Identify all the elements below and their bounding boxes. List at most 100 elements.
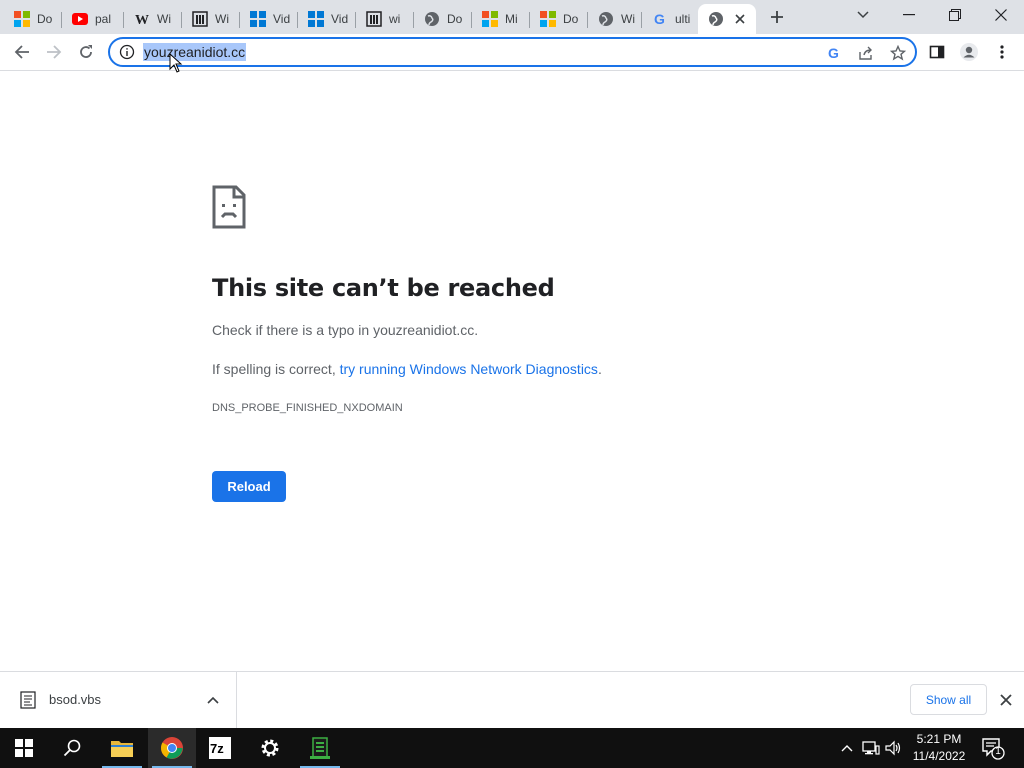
back-button[interactable] xyxy=(8,38,36,66)
settings-taskbar[interactable] xyxy=(246,728,294,768)
share-icon[interactable] xyxy=(856,43,876,63)
tab-title: Do xyxy=(447,12,463,26)
tab[interactable]: Vid xyxy=(240,4,298,34)
new-tab-button[interactable] xyxy=(764,2,790,32)
page-content: This site can’t be reached Check if ther… xyxy=(0,71,1024,671)
clock-time: 5:21 PM xyxy=(916,732,962,746)
show-all-button[interactable]: Show all xyxy=(910,684,987,715)
search-button[interactable] xyxy=(48,728,96,768)
tab-title: Do xyxy=(37,12,53,26)
screen: Do pal W Wi Wi Vid Vid wi Do Mi Do Wi G … xyxy=(0,0,1024,768)
action-center-button[interactable]: 1 xyxy=(980,736,1006,760)
profile-button[interactable] xyxy=(955,38,983,66)
clock-date: 11/4/2022 xyxy=(912,749,966,763)
restore-button[interactable] xyxy=(932,0,978,30)
diagnostics-suffix: . xyxy=(597,361,602,377)
info-icon[interactable] xyxy=(119,44,135,60)
chrome-taskbar[interactable] xyxy=(148,728,196,768)
script-file-icon xyxy=(20,691,36,709)
chrome-icon xyxy=(161,737,183,759)
tab-title: Mi xyxy=(505,12,518,26)
side-panel-icon xyxy=(929,45,945,59)
tab-title: Do xyxy=(563,12,579,26)
address-bar[interactable]: youzreanidiot.cc G xyxy=(108,37,917,67)
tab[interactable]: Mi xyxy=(472,4,530,34)
url-text[interactable]: youzreanidiot.cc xyxy=(143,43,247,61)
tab-title: pal xyxy=(95,12,112,26)
download-shelf: bsod.vbs Show all xyxy=(0,671,1024,728)
menu-button[interactable] xyxy=(988,38,1016,66)
search-icon xyxy=(63,739,81,757)
tab-title: ulti xyxy=(675,12,691,26)
download-filename: bsod.vbs xyxy=(49,692,102,707)
microsoft-icon xyxy=(482,11,498,27)
plus-icon xyxy=(771,11,783,23)
tab-title: Wi xyxy=(215,12,229,26)
network-diagnostics-link[interactable]: try running Windows Network Diagnostics xyxy=(340,361,598,377)
tab[interactable]: Wi xyxy=(182,4,240,34)
notification-count: 1 xyxy=(995,746,1001,757)
close-shelf-button[interactable] xyxy=(996,690,1016,710)
forward-button[interactable] xyxy=(40,38,68,66)
google-lens-icon[interactable]: G xyxy=(824,43,844,63)
tab[interactable]: Vid xyxy=(298,4,356,34)
tab-close-icon[interactable] xyxy=(732,11,748,27)
show-hidden-icons[interactable] xyxy=(837,738,857,758)
close-window-button[interactable] xyxy=(978,0,1024,30)
download-options-button[interactable] xyxy=(203,690,223,710)
restore-icon xyxy=(949,9,961,21)
tab[interactable]: Wi xyxy=(588,4,642,34)
back-arrow-icon xyxy=(14,45,29,59)
error-diagnostics-hint: If spelling is correct, try running Wind… xyxy=(212,361,602,377)
tab[interactable]: pal xyxy=(62,4,124,34)
tab-active[interactable] xyxy=(698,4,756,34)
chevron-up-icon xyxy=(841,745,853,752)
7zip-taskbar[interactable]: 7z xyxy=(196,728,244,768)
browser-toolbar: youzreanidiot.cc G xyxy=(0,34,1024,71)
tab[interactable]: Do xyxy=(530,4,588,34)
reload-button[interactable]: Reload xyxy=(212,471,286,502)
chevron-down-icon xyxy=(857,11,869,19)
tab[interactable]: W Wi xyxy=(124,4,182,34)
start-button[interactable] xyxy=(0,728,48,768)
tab[interactable]: G ulti xyxy=(642,4,698,34)
tab-title: Wi xyxy=(621,12,635,26)
tab[interactable]: wi xyxy=(356,4,414,34)
network-icon[interactable] xyxy=(861,738,881,758)
microsoft-icon xyxy=(14,11,30,27)
windows-icon xyxy=(308,11,324,27)
svg-text:G: G xyxy=(654,11,665,27)
tab[interactable]: Do xyxy=(4,4,62,34)
minimize-button[interactable] xyxy=(886,0,932,30)
download-item[interactable]: bsod.vbs xyxy=(0,672,237,728)
system-clock[interactable]: 5:21 PM 11/4/2022 xyxy=(905,731,973,765)
close-icon xyxy=(1000,694,1012,706)
error-title: This site can’t be reached xyxy=(212,274,555,302)
folder-icon xyxy=(111,741,133,757)
side-panel-button[interactable] xyxy=(923,38,951,66)
google-icon: G xyxy=(652,11,668,27)
gear-icon xyxy=(261,739,279,757)
wikipedia-icon: W xyxy=(134,11,150,27)
globe-icon xyxy=(424,11,440,27)
diagnostics-prefix: If spelling is correct, xyxy=(212,361,340,377)
tab[interactable]: Do xyxy=(414,4,472,34)
terminal-app-icon xyxy=(310,737,330,759)
windows-icon xyxy=(250,11,266,27)
tab-search-button[interactable] xyxy=(852,0,874,30)
volume-icon[interactable] xyxy=(884,738,904,758)
svg-text:7z: 7z xyxy=(210,741,224,756)
sad-page-icon xyxy=(212,185,246,229)
reload-toolbar-button[interactable] xyxy=(72,38,100,66)
youtube-icon xyxy=(72,11,88,27)
globe-icon xyxy=(598,11,614,27)
file-explorer-taskbar[interactable] xyxy=(98,728,146,768)
tab-strip: Do pal W Wi Wi Vid Vid wi Do Mi Do Wi G … xyxy=(0,0,1024,34)
forward-arrow-icon xyxy=(47,45,62,59)
close-icon xyxy=(995,9,1007,21)
app-taskbar[interactable] xyxy=(296,728,344,768)
error-typo-hint: Check if there is a typo in youzreanidio… xyxy=(212,322,479,338)
mouse-cursor-icon xyxy=(169,53,183,73)
bookmark-star-icon[interactable] xyxy=(888,43,908,63)
tab-title: Vid xyxy=(273,12,291,26)
